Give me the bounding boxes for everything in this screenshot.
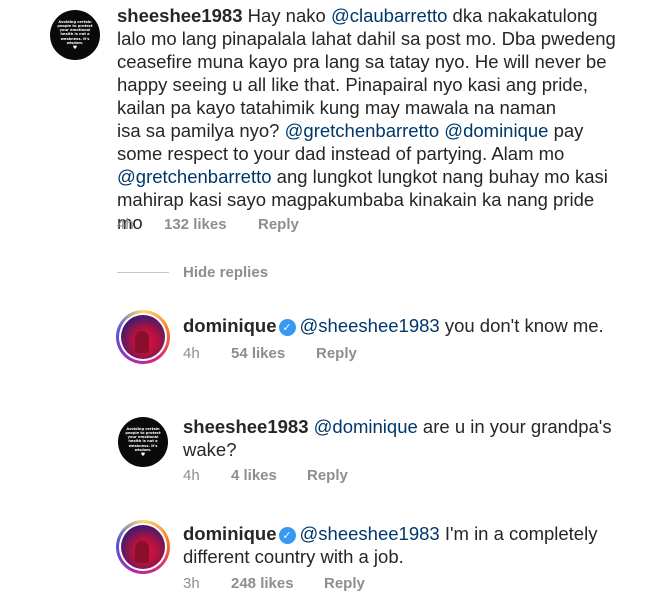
username-link[interactable]: dominique	[183, 523, 277, 544]
comment-line: different country with a job.	[183, 545, 597, 568]
reply-button[interactable]: Reply	[307, 467, 348, 484]
mention-link[interactable]: @gretchenbarretto	[285, 120, 440, 141]
username-link[interactable]: sheeshee1983	[183, 416, 309, 437]
comment-time: 4h	[117, 216, 134, 233]
mention-link[interactable]: @dominique	[444, 120, 548, 141]
comment-likes[interactable]: 132 likes	[164, 216, 227, 233]
username-link[interactable]: sheeshee1983	[117, 5, 243, 26]
comment-line: ceasefire muna kayo pra lang sa tatay ny…	[117, 50, 616, 73]
comment-text-segment: I'm in a completely	[439, 523, 598, 544]
username-link[interactable]: dominique	[183, 315, 277, 336]
verified-badge-icon: ✓	[278, 527, 296, 544]
comment-likes[interactable]: 4 likes	[231, 467, 277, 484]
mention-link[interactable]: @sheeshee1983	[300, 315, 440, 336]
mention-link[interactable]: @claubarretto	[331, 5, 447, 26]
main-comment: Avoiding certain people to protect your …	[0, 0, 660, 240]
reply-comment: Avoiding certain people to protect your …	[0, 405, 660, 495]
comment-likes[interactable]: 54 likes	[231, 345, 285, 362]
comment-time: 4h	[183, 467, 200, 484]
hide-replies-button[interactable]: Hide replies	[183, 264, 268, 281]
mention-link[interactable]: @dominique	[314, 416, 418, 437]
comment-line: happy seeing u all like that. Pinapairal…	[117, 73, 616, 96]
avatar-photo	[121, 315, 165, 359]
comment-text-segment: different country with a job.	[183, 546, 404, 567]
verified-badge-icon: ✓	[278, 319, 296, 336]
avatar-photo	[121, 525, 165, 569]
comment-text-segment: Hay nako	[247, 5, 331, 26]
comment-text-segment: mahirap kasi sayo magpakumbaba kinakain …	[117, 189, 595, 210]
comment-line: sheeshee1983 Hay nako @claubarretto dka …	[117, 4, 616, 27]
comment-line: isa sa pamilya nyo? @gretchenbarretto @d…	[117, 119, 616, 142]
comment-text-segment: isa sa pamilya nyo?	[117, 120, 285, 141]
comment-likes[interactable]: 248 likes	[231, 575, 294, 592]
comment-line: mahirap kasi sayo magpakumbaba kinakain …	[117, 188, 616, 211]
comment-line: some respect to your dad instead of part…	[117, 142, 616, 165]
heart-icon: ♥	[140, 452, 146, 458]
comment-line: sheeshee1983 @dominique are u in your gr…	[183, 415, 612, 438]
comment-line: kailan pa kayo tatahimik kung may mawala…	[117, 96, 616, 119]
comment-time: 4h	[183, 345, 200, 362]
comment-text: sheeshee1983 Hay nako @claubarretto dka …	[117, 4, 616, 234]
comment-text: sheeshee1983 @dominique are u in your gr…	[183, 415, 612, 461]
avatar[interactable]	[116, 310, 170, 364]
reply-comment: dominique ✓ @sheeshee1983 you don't know m…	[0, 300, 660, 380]
reply-button[interactable]: Reply	[316, 345, 357, 362]
comment-text-segment: ceasefire muna kayo pra lang sa tatay ny…	[117, 51, 607, 72]
comment-text-segment: lalo mo lang pinapalala lahat dahil sa p…	[117, 28, 616, 49]
comment-text-segment: happy seeing u all like that. Pinapairal…	[117, 74, 589, 95]
divider	[117, 272, 169, 273]
comment-text-segment: kailan pa kayo tatahimik kung may mawala…	[117, 97, 557, 118]
comment-text-segment: wake?	[183, 439, 237, 460]
avatar[interactable]	[116, 520, 170, 574]
comment-text-segment: some respect to your dad instead of part…	[117, 143, 565, 164]
comment-line: @gretchenbarretto ang lungkot lungkot na…	[117, 165, 616, 188]
comment-text-segment: dka nakakatulong	[447, 5, 598, 26]
avatar[interactable]: Avoiding certain people to protect your …	[118, 417, 168, 467]
reply-button[interactable]: Reply	[324, 575, 365, 592]
comment-text-segment: ang lungkot lungkot nang buhay mo kasi	[271, 166, 608, 187]
mention-link[interactable]: @gretchenbarretto	[117, 166, 272, 187]
avatar-quote-text: Avoiding certain people to protect your …	[125, 426, 161, 452]
comment-text-segment: pay	[548, 120, 584, 141]
comment-text-segment: you don't know me.	[439, 315, 604, 336]
mention-link[interactable]: @sheeshee1983	[300, 523, 440, 544]
comment-text-segment: are u in your grandpa's	[417, 416, 612, 437]
comment-line: dominique ✓ @sheeshee1983 you don't know m…	[183, 314, 604, 337]
comment-text: dominique ✓ @sheeshee1983 you don't know m…	[183, 314, 604, 337]
avatar[interactable]: Avoiding certain people to protect your …	[50, 10, 100, 60]
comment-text: dominique ✓ @sheeshee1983 I'm in a complet…	[183, 522, 597, 568]
avatar-quote-text: Avoiding certain people to protect your …	[57, 19, 93, 45]
comment-time: 3h	[183, 575, 200, 592]
comment-line: dominique ✓ @sheeshee1983 I'm in a complet…	[183, 522, 597, 545]
reply-button[interactable]: Reply	[258, 216, 299, 233]
comment-line: wake?	[183, 438, 612, 461]
heart-icon: ♥	[72, 45, 78, 51]
comment-line: lalo mo lang pinapalala lahat dahil sa p…	[117, 27, 616, 50]
reply-comment: dominique ✓ @sheeshee1983 I'm in a complet…	[0, 510, 660, 600]
